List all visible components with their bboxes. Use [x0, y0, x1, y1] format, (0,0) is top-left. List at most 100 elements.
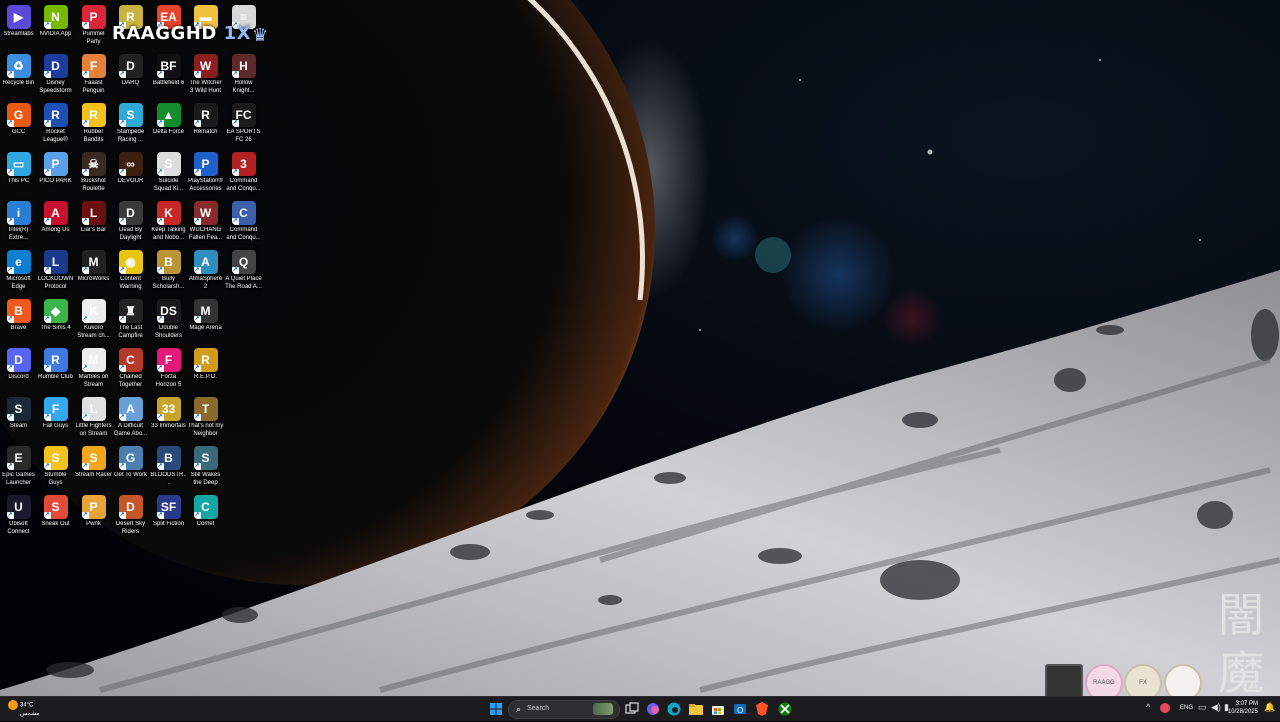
- desktop-icon-still-wakes-the-deep[interactable]: S ↗ Still Wakes the Deep: [187, 444, 224, 493]
- xbox-button[interactable]: [777, 701, 793, 717]
- desktop-icon-gcc[interactable]: G ↗ GCC: [0, 101, 37, 150]
- edge-taskbar-button[interactable]: [666, 701, 682, 717]
- desktop-icon-suicide-squad-ki[interactable]: S ↗ Suicide Squad Ki...: [150, 150, 187, 199]
- desktop-icon-a-quiet-place-the-road-a[interactable]: Q ↗ A Quiet Place The Road A...: [225, 248, 262, 297]
- desktop-icon-r-e-p-o[interactable]: R ↗ R.E.P.O.: [187, 346, 224, 395]
- desktop-icon-command-and-conqu[interactable]: C ↗ Command and Conqu...: [225, 199, 262, 248]
- desktop-icon-disney-speedstorm[interactable]: D ↗ Disney Speedstorm: [37, 52, 74, 101]
- desktop-icon-liar-s-bar[interactable]: L ↗ Liar's Bar: [75, 199, 112, 248]
- desktop-icon-faaast-penguin[interactable]: F ↗ Faaast Penguin: [75, 52, 112, 101]
- task-view-button[interactable]: [624, 701, 640, 717]
- desktop-icon-epic-games-launcher[interactable]: E ↗ Epic Games Launcher: [0, 444, 37, 493]
- tray-overflow-chevron[interactable]: ^: [1146, 702, 1150, 712]
- the-last-campfire-icon: ♜ ↗: [118, 299, 143, 323]
- desktop-icon-marbles-on-stream[interactable]: M ↗ Marbles on Stream: [75, 346, 112, 395]
- desktop-icon-sneak-out[interactable]: S ↗ Sneak Out: [37, 493, 74, 542]
- r-e-p-o-icon: R ↗: [193, 348, 218, 372]
- desktop-icon-keep-talking-and-nobo[interactable]: K ↗ Keep Talking and Nobo...: [150, 199, 187, 248]
- microsoft-store-button[interactable]: [710, 701, 726, 717]
- desktop-icon-label: Chained Together: [118, 374, 143, 388]
- badge-1-text: RAAGG: [1093, 680, 1115, 686]
- desktop-icon-buckshot-roulette[interactable]: ☠ ↗ Buckshot Roulette: [75, 150, 112, 199]
- gcc-icon: G ↗: [6, 103, 31, 127]
- file-explorer-button[interactable]: [688, 701, 704, 717]
- desktop-icon-that-s-not-my-neighbor[interactable]: T ↗ That's not my Neighbor: [187, 395, 224, 444]
- desktop-icon-hollow-knight[interactable]: H ↗ Hollow Knight...: [225, 52, 262, 101]
- desktop-icon-darq[interactable]: D ↗ DARQ: [112, 52, 149, 101]
- desktop-icon-rubber-bandits[interactable]: R ↗ Rubber Bandits: [75, 101, 112, 150]
- tray-app-icon[interactable]: [1160, 703, 1170, 713]
- brave-taskbar-button[interactable]: [754, 701, 770, 717]
- desktop-icon-pummel-party[interactable]: P ↗ Pummel Party: [75, 3, 112, 52]
- desktop-icon-intel-r-extre[interactable]: i ↗ Intel(R) Extre...: [0, 199, 37, 248]
- desktop-icon-split-fiction[interactable]: SF ↗ Split Fiction: [150, 493, 187, 542]
- start-button[interactable]: [488, 701, 504, 717]
- desktop-icon-devour[interactable]: ∞ ↗ DEVOUR: [112, 150, 149, 199]
- weather-widget[interactable]: 34°C مشمس: [8, 700, 40, 718]
- desktop-icon-label: Content Warning: [119, 276, 142, 290]
- shortcut-arrow-icon: ↗: [43, 414, 51, 421]
- desktop-icon-battlefield-6[interactable]: BF ↗ Battlefield 6: [150, 52, 187, 101]
- shortcut-arrow-icon: ↗: [6, 267, 14, 274]
- desktop-icon-mage-arena[interactable]: M ↗ Mage Arena: [187, 297, 224, 346]
- desktop-icon-pico-park[interactable]: P ↗ PICO PARK: [37, 150, 74, 199]
- desktop-icon-rematch[interactable]: R ↗ Rematch: [187, 101, 224, 150]
- outlook-button[interactable]: O: [732, 701, 748, 717]
- desktop-icon-stream-racer[interactable]: S ↗ Stream Racer: [75, 444, 112, 493]
- desktop-icon-the-witcher-3-wild-hunt[interactable]: W ↗ The Witcher 3 Wild Hunt: [187, 52, 224, 101]
- system-clock[interactable]: 3:07 PM 10/28/2025: [1228, 700, 1258, 716]
- desktop-icon-this-pc[interactable]: ▭ ↗ This PC: [0, 150, 37, 199]
- desktop-icon-the-last-campfire[interactable]: ♜ ↗ The Last Campfire: [112, 297, 149, 346]
- desktop-icon-discord[interactable]: D ↗ Discord: [0, 346, 37, 395]
- desktop-icon-desert-sky-riders[interactable]: D ↗ Desert Sky Riders: [112, 493, 149, 542]
- desktop-icon-microworks[interactable]: M ↗ MicroWorks: [75, 248, 112, 297]
- fall-guys-icon: F ↗: [43, 397, 68, 421]
- desktop-icon-pwnk[interactable]: P ↗ Pwnk: [75, 493, 112, 542]
- desktop-icon-microsoft-edge[interactable]: e ↗ Microsoft Edge: [0, 248, 37, 297]
- desktop-icon-nvidia-app[interactable]: N ↗ NVIDIA App: [37, 3, 74, 52]
- desktop-icon-ea-sports-fc-26[interactable]: FC ↗ EA SPORTS FC 26: [225, 101, 262, 150]
- network-icon[interactable]: ▭: [1198, 702, 1207, 713]
- desktop-icon-recycle-bin[interactable]: ♻ ↗ Recycle Bin: [0, 52, 37, 101]
- desktop-icon-chained-together[interactable]: C ↗ Chained Together: [112, 346, 149, 395]
- desktop-icon-brave[interactable]: B ↗ Brave: [0, 297, 37, 346]
- desktop-icon-rocket-league[interactable]: R ↗ Rocket League®: [37, 101, 74, 150]
- desktop-icon-the-sims-4[interactable]: ◆ ↗ The Sims 4: [37, 297, 74, 346]
- copilot-button[interactable]: [645, 701, 661, 717]
- desktop-icon-playstation-accessories[interactable]: P ↗ PlayStation® Accessories: [187, 150, 224, 199]
- desktop-icon-get-to-work[interactable]: G ↗ Get To Work: [112, 444, 149, 493]
- desktop-icon-comet[interactable]: C ↗ Comet: [187, 493, 224, 542]
- volume-icon[interactable]: ◀): [1211, 702, 1221, 713]
- desktop-icon-steam[interactable]: S ↗ Steam: [0, 395, 37, 444]
- desktop-icon-a-difficult-game-abo[interactable]: A ↗ A Difficult Game Abo...: [112, 395, 149, 444]
- shortcut-arrow-icon: ↗: [81, 365, 89, 372]
- desktop-icon-double-shoulders[interactable]: DS ↗ Double Shoulders: [150, 297, 187, 346]
- desktop-icon-stampede-racing[interactable]: S ↗ Stampede Racing ...: [112, 101, 149, 150]
- xbox-icon: [778, 702, 792, 716]
- desktop-icon-label: Keep Talking and Nobo...: [151, 227, 186, 241]
- taskbar-search[interactable]: ⌕ Search: [508, 700, 620, 719]
- desktop-icon-delta-force[interactable]: ▲ ↗ Delta Force: [150, 101, 187, 150]
- desktop-icon-lockdown-protocol[interactable]: L ↗ LOCKDOWN Protocol: [37, 248, 74, 297]
- notification-bell-icon[interactable]: 🔔: [1264, 702, 1275, 713]
- desktop-icon-streamlabs[interactable]: ▶ Streamlabs: [0, 3, 37, 52]
- desktop-icon-fall-guys[interactable]: F ↗ Fall Guys: [37, 395, 74, 444]
- language-indicator[interactable]: ENG: [1180, 705, 1193, 711]
- desktop-icon-kukoro-stream-ch[interactable]: K ↗ Kukoro Stream ch...: [75, 297, 112, 346]
- desktop-icon-stumble-guys[interactable]: S ↗ Stumble Guys: [37, 444, 74, 493]
- desktop-icon-content-warning[interactable]: ◉ ↗ Content Warning: [112, 248, 149, 297]
- desktop-icon-bully-scholarsh[interactable]: B ↗ Bully Scholarsh...: [150, 248, 187, 297]
- desktop-icon-dead-by-daylight[interactable]: D ↗ Dead By Daylight: [112, 199, 149, 248]
- desktop-icon-ubisoft-connect[interactable]: U ↗ Ubisoft Connect: [0, 493, 37, 542]
- desktop-icon-command-and-conqu[interactable]: 3 ↗ Command and Conqu...: [225, 150, 262, 199]
- brave-icon: B ↗: [6, 299, 31, 323]
- desktop-icon-wuchang-fallen-fea[interactable]: W ↗ WUCHANG Fallen Fea...: [187, 199, 224, 248]
- lockdown-protocol-icon: L ↗: [43, 250, 68, 274]
- desktop-icon-rumble-club[interactable]: R ↗ Rumble Club: [37, 346, 74, 395]
- desktop-icon-atmasphere-2[interactable]: A ↗ AtmaSphere 2: [187, 248, 224, 297]
- desktop-icon-little-fighters-on-stream[interactable]: L ↗ Little Fighters on Stream: [75, 395, 112, 444]
- desktop-icon-forza-horizon-5[interactable]: F ↗ Forza Horizon 5: [150, 346, 187, 395]
- desktop-icon-among-us[interactable]: A ↗ Among Us: [37, 199, 74, 248]
- desktop-icon-33-immortals[interactable]: 33 ↗ 33 Immortals: [150, 395, 187, 444]
- desktop-icon-bloodstr[interactable]: B ↗ BLOODSTR...: [150, 444, 187, 493]
